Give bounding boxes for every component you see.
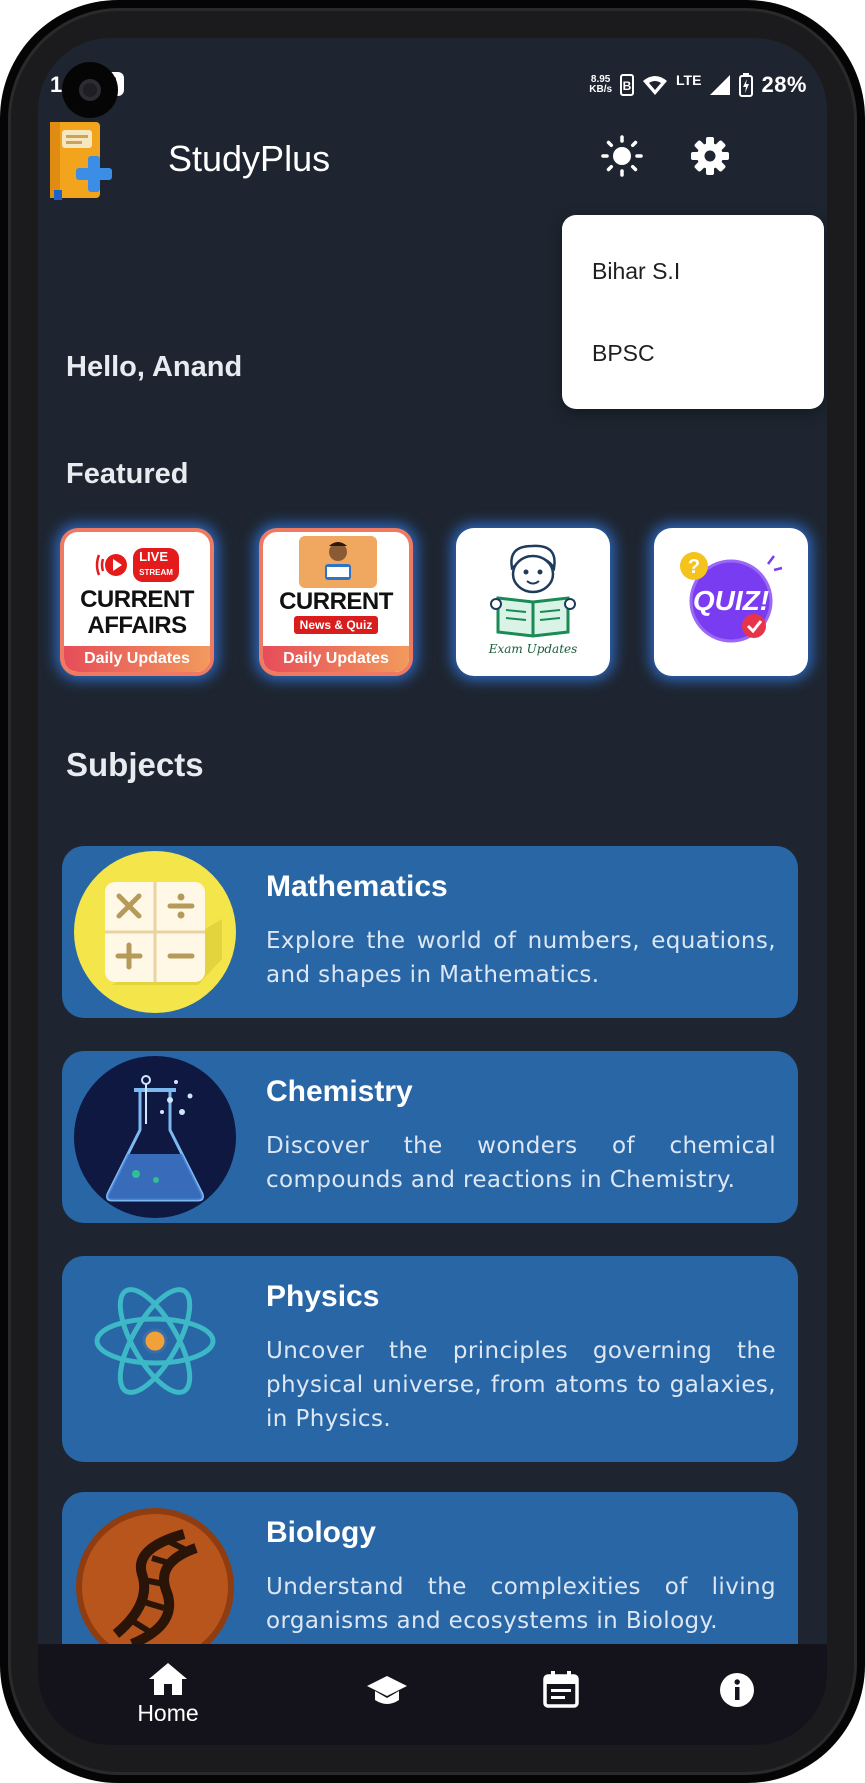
gear-icon[interactable]	[686, 132, 734, 180]
menu-item-bihar-si[interactable]: Bihar S.I	[592, 251, 680, 291]
svg-text:B: B	[623, 79, 632, 93]
screen: 1 8.95 KB/s B LTE 28% StudyPlus Bihar S.…	[38, 38, 827, 1745]
stream-text: STREAM	[139, 568, 173, 577]
svg-text:?: ?	[688, 556, 700, 578]
phone-frame: 1 8.95 KB/s B LTE 28% StudyPlus Bihar S.…	[0, 0, 865, 1783]
news-quiz-badge: News & Quiz	[293, 616, 379, 634]
quiz-icon: ? QUIZ!	[680, 552, 783, 643]
home-icon	[149, 1663, 187, 1695]
data-icon: B	[620, 74, 635, 96]
featured-current-affairs-live[interactable]: LIVE STREAM CURRENT AFFAIRS Daily Update…	[60, 528, 214, 676]
subjects-title: Subjects	[66, 746, 204, 783]
network-speed: 8.95 KB/s	[589, 75, 612, 95]
featured-current-news-quiz[interactable]: CURRENT News & Quiz Daily Updates	[259, 528, 413, 676]
live-badge: LIVE STREAM	[133, 548, 179, 582]
graduation-cap-icon	[367, 1676, 407, 1704]
signal-icon	[710, 75, 731, 95]
battery-level: 28%	[761, 72, 807, 97]
math-operators-icon	[74, 851, 236, 1013]
battery-icon	[739, 73, 754, 97]
camera-icon	[62, 62, 118, 118]
nav-home[interactable]: Home	[108, 1644, 228, 1745]
flask-icon	[74, 1056, 236, 1218]
featured-exam-updates[interactable]: Exam Updates	[456, 528, 610, 676]
card-line-1: CURRENT	[80, 586, 194, 613]
wifi-icon	[643, 76, 668, 95]
book-logo-icon	[50, 122, 112, 200]
speed-unit: KB/s	[589, 84, 613, 95]
live-stream-badge: LIVE STREAM	[64, 548, 210, 582]
app-bar: StudyPlus	[38, 108, 827, 208]
reading-boy-icon	[299, 536, 377, 588]
sun-icon[interactable]	[598, 132, 646, 180]
nav-info[interactable]	[677, 1644, 797, 1745]
subject-name: Physics	[266, 1280, 380, 1313]
card-line-2: AFFAIRS	[87, 612, 187, 639]
atom-icon	[94, 1287, 216, 1395]
subject-description: Discover the wonders of chemical compoun…	[266, 1133, 776, 1193]
featured-title: Featured	[66, 458, 189, 490]
daily-updates-label: Daily Updates	[64, 646, 210, 672]
featured-row: LIVE STREAM CURRENT AFFAIRS Daily Update…	[38, 528, 827, 678]
subject-description: Explore the world of numbers, equations,…	[266, 928, 776, 988]
subject-description: Uncover the principles governing the phy…	[266, 1338, 776, 1432]
calendar-icon	[543, 1671, 579, 1708]
quiz-text: QUIZ!	[693, 585, 769, 616]
card-line-1: CURRENT	[279, 588, 393, 615]
status-bar: 1 8.95 KB/s B LTE 28%	[38, 64, 827, 108]
subject-card-chemistry[interactable]: Chemistry Discover the wonders of chemic…	[62, 1051, 798, 1223]
app-title: StudyPlus	[168, 138, 331, 179]
menu-item-bpsc[interactable]: BPSC	[592, 333, 655, 373]
nav-home-label: Home	[137, 1700, 199, 1726]
subject-name: Chemistry	[266, 1075, 413, 1108]
subject-name: Mathematics	[266, 870, 448, 903]
status-time: 1	[50, 72, 63, 97]
subject-card-physics[interactable]: Physics Uncover the principles governing…	[62, 1256, 798, 1462]
reading-student-icon	[490, 544, 576, 638]
exam-updates-label: Exam Updates	[488, 642, 578, 656]
nav-calendar[interactable]	[501, 1644, 621, 1745]
daily-updates-label: Daily Updates	[263, 646, 409, 672]
subject-name: Biology	[266, 1516, 376, 1549]
nav-courses[interactable]	[327, 1644, 447, 1745]
live-text: LIVE	[139, 549, 169, 564]
bottom-navigation: Home	[38, 1644, 827, 1745]
youtube-play-icon	[95, 554, 128, 576]
featured-quiz[interactable]: ? QUIZ!	[654, 528, 808, 676]
subject-description: Understand the complexities of living or…	[266, 1574, 776, 1634]
exam-popup-menu: Bihar S.I BPSC	[562, 215, 824, 409]
news-quiz-row: News & Quiz	[263, 616, 409, 634]
info-icon	[720, 1673, 754, 1707]
network-type: LTE	[676, 72, 702, 88]
greeting: Hello, Anand	[66, 351, 243, 383]
status-icons: 8.95 KB/s B LTE 28%	[589, 72, 807, 98]
subject-card-mathematics[interactable]: Mathematics Explore the world of numbers…	[62, 846, 798, 1018]
